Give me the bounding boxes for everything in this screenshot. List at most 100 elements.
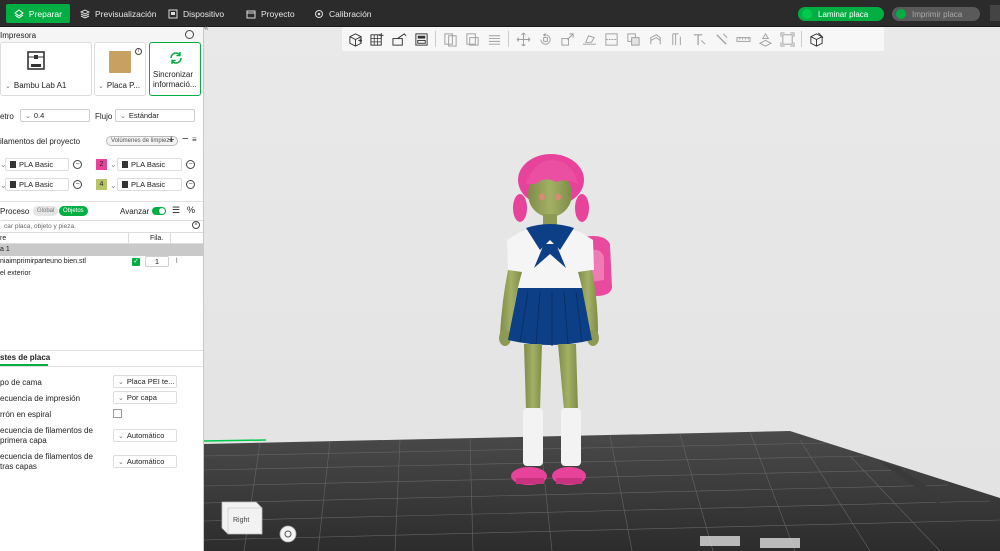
filament-select-1[interactable]: PLA Basic xyxy=(5,158,69,171)
view-cube[interactable]: Right xyxy=(221,501,263,535)
filament-settings-icon[interactable]: − xyxy=(73,180,82,189)
bed-type-select[interactable]: ⌄ Placa PEI te... xyxy=(113,375,177,388)
process-objects-toggle[interactable]: Objetos xyxy=(59,206,88,216)
chevron-down-icon[interactable]: ⌄ xyxy=(110,160,117,169)
viewport-toolbar xyxy=(342,27,884,51)
view-options-button[interactable] xyxy=(806,29,826,49)
flow-select[interactable]: ⌄ Estándar xyxy=(115,109,195,122)
support-painting-button[interactable] xyxy=(645,29,665,49)
settings-icon[interactable]: ⌇ xyxy=(175,257,178,265)
plate-settings-tab[interactable]: stes de placa xyxy=(0,353,50,362)
printer-section-title: Impresora xyxy=(0,30,37,40)
object-filament-field[interactable]: 1 xyxy=(145,256,169,267)
filament-select-4[interactable]: PLA Basic xyxy=(117,178,182,191)
filament-select-2[interactable]: PLA Basic xyxy=(117,158,182,171)
table-row-object[interactable]: niaimprimirparteuno bien.stl ✓ 1 ⌇ xyxy=(0,256,203,269)
layers-editing-button[interactable] xyxy=(484,29,504,49)
text-icon xyxy=(693,33,705,45)
filament-color-swatch-4[interactable]: 4 xyxy=(96,179,107,190)
printer-icon xyxy=(27,51,45,70)
list-icon[interactable]: ☰ xyxy=(172,205,180,216)
color-painting-button[interactable] xyxy=(711,29,731,49)
table-row-plate[interactable]: a 1 xyxy=(0,244,203,256)
3d-viewport[interactable]: Right xyxy=(204,27,1000,551)
measure-button[interactable] xyxy=(733,29,753,49)
layers-icon xyxy=(80,8,90,19)
close-icon[interactable]: × xyxy=(192,221,200,229)
divider xyxy=(801,31,802,47)
column-name: re xyxy=(0,235,7,242)
rotate-button[interactable] xyxy=(535,29,555,49)
auto-orient-button[interactable] xyxy=(389,29,409,49)
purge-volumes-button[interactable]: Volúmenes de limpieza xyxy=(106,136,178,146)
add-filament-icon[interactable]: + xyxy=(168,134,174,146)
nozzle-diameter-select[interactable]: ⌄ 0.4 xyxy=(20,109,90,122)
filament-settings-icon[interactable]: − xyxy=(186,160,195,169)
filament-settings-icon[interactable]: − xyxy=(73,160,82,169)
scale-button[interactable] xyxy=(557,29,577,49)
divider xyxy=(0,201,203,202)
reset-view-icon[interactable] xyxy=(279,525,297,543)
other-layers-sequence-select[interactable]: ⌄ Automático xyxy=(113,455,177,468)
build-plate[interactable] xyxy=(204,431,1000,551)
filament-color-swatch-2[interactable]: 2 xyxy=(96,159,107,170)
checkbox-checked-icon[interactable]: ✓ xyxy=(132,258,140,266)
gear-icon[interactable] xyxy=(185,30,194,39)
mesh-boolean-button[interactable] xyxy=(623,29,643,49)
split-objects-button[interactable] xyxy=(440,29,460,49)
add-plate-button[interactable] xyxy=(367,29,387,49)
tab-prepare-label: Preparar xyxy=(28,8,62,19)
tab-preview[interactable]: Previsualización xyxy=(72,4,164,23)
chevron-down-icon[interactable] xyxy=(896,9,906,19)
assembly-button[interactable] xyxy=(755,29,775,49)
text-tool-button[interactable] xyxy=(689,29,709,49)
print-sequence-select[interactable]: ⌄ Por capa xyxy=(113,391,177,404)
lay-on-face-icon xyxy=(582,34,596,45)
arrange-button[interactable] xyxy=(411,29,431,49)
chevron-down-icon[interactable] xyxy=(802,9,812,19)
plate-selector[interactable]: i ⌄ Placa P... xyxy=(94,42,146,96)
table-row-outer-wall[interactable]: el exterior xyxy=(0,269,203,280)
object-search-input[interactable]: car placa, objeto y pieza. xyxy=(0,220,203,231)
tab-prepare[interactable]: Preparar xyxy=(6,4,70,23)
seam-painting-button[interactable] xyxy=(667,29,687,49)
device-icon xyxy=(168,9,178,18)
collapse-panel-icon[interactable]: « xyxy=(204,23,214,35)
divider xyxy=(508,31,509,47)
calibration-icon xyxy=(315,9,323,18)
plate-row-label: a 1 xyxy=(0,246,10,253)
print-plate-button[interactable]: Imprimir placa xyxy=(892,7,980,21)
filament-select-3[interactable]: PLA Basic xyxy=(5,178,69,191)
filament-menu-icon[interactable]: ≡ xyxy=(192,135,197,144)
split-parts-button[interactable] xyxy=(462,29,482,49)
window-control[interactable] xyxy=(990,5,1000,21)
add-object-button[interactable] xyxy=(345,29,365,49)
first-layer-sequence-select[interactable]: ⌄ Automático xyxy=(113,429,177,442)
split-icon xyxy=(443,32,457,47)
sync-label: Sincronizar informació... xyxy=(153,70,197,89)
tab-project[interactable]: Proyecto xyxy=(238,4,303,23)
chevron-down-icon[interactable]: ⌄ xyxy=(110,181,117,190)
lay-on-face-button[interactable] xyxy=(579,29,599,49)
filament-settings-icon[interactable]: − xyxy=(186,180,195,189)
sync-info-button[interactable]: Sincronizar informació... xyxy=(149,42,201,96)
remove-filament-icon[interactable]: − xyxy=(182,133,188,145)
info-icon[interactable]: i xyxy=(135,48,142,55)
move-button[interactable] xyxy=(513,29,533,49)
ruler-icon xyxy=(735,36,751,42)
fit-view-button[interactable] xyxy=(777,29,797,49)
slice-plate-button[interactable]: Laminar placa xyxy=(798,7,884,21)
spiral-vase-checkbox[interactable] xyxy=(113,409,122,418)
slice-plate-label: Laminar placa xyxy=(818,9,869,19)
build-plate-scene[interactable]: Right xyxy=(204,27,1000,551)
spool-icon xyxy=(10,161,16,168)
tab-device[interactable]: Dispositivo xyxy=(160,4,232,23)
scale-icon xyxy=(560,32,574,46)
printer-selector[interactable]: ⌄ Bambu Lab A1 xyxy=(0,42,92,96)
tab-calibration[interactable]: Calibración xyxy=(306,4,380,23)
process-global-toggle[interactable]: Global xyxy=(33,206,59,216)
advanced-toggle[interactable] xyxy=(152,207,166,215)
percent-icon[interactable]: % xyxy=(187,205,195,215)
cut-button[interactable] xyxy=(601,29,621,49)
printer-name: ⌄ Bambu Lab A1 xyxy=(5,81,67,90)
